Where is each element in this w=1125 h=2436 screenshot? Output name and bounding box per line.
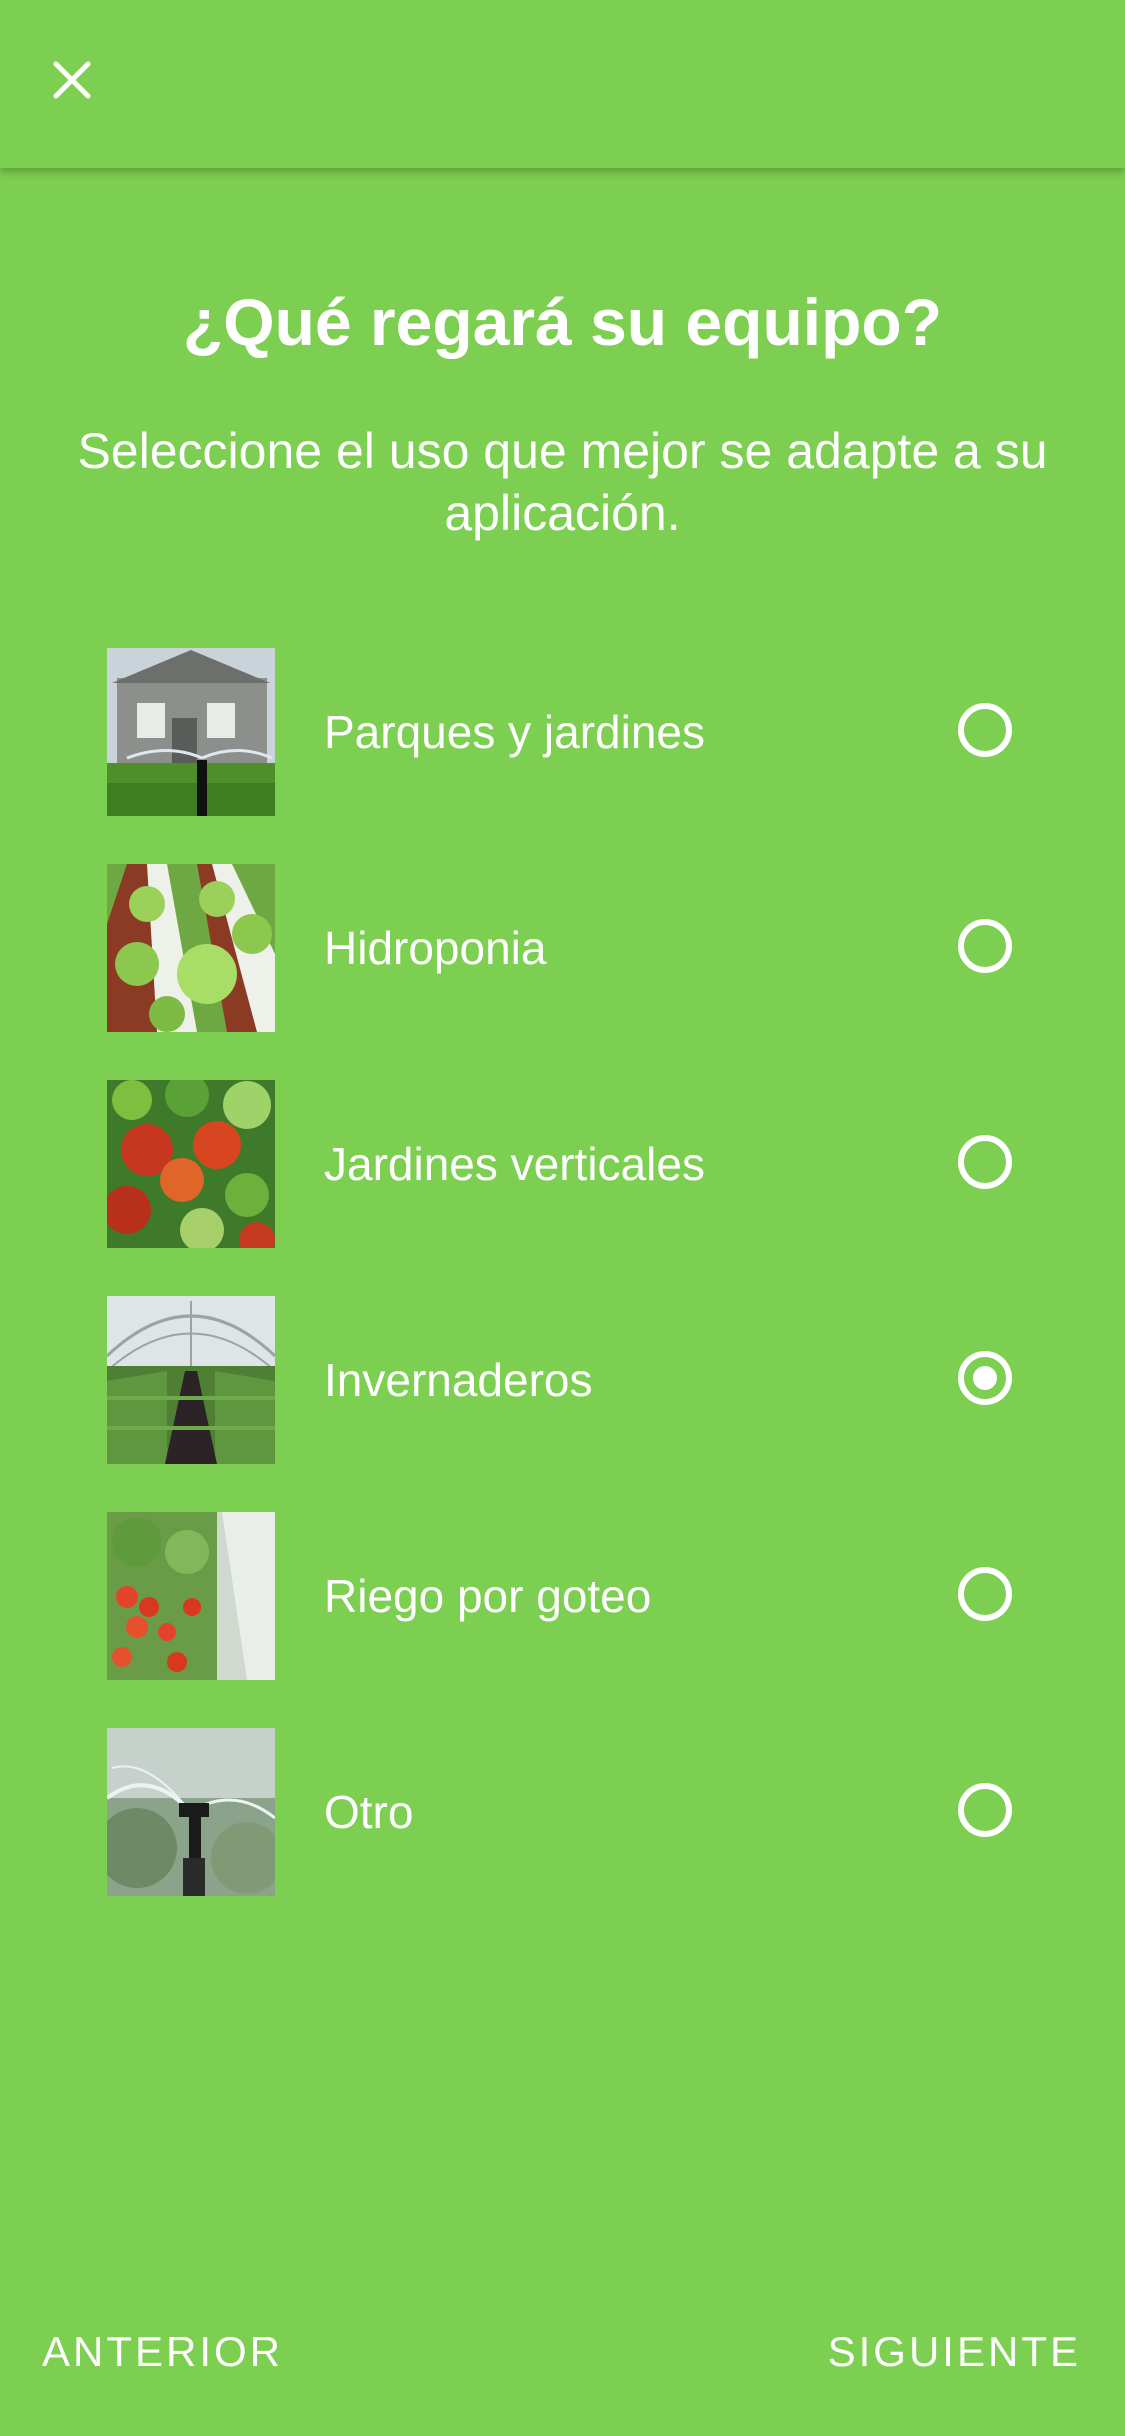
sprinkler-head-image <box>107 1728 275 1896</box>
option-label: Invernaderos <box>324 1354 593 1406</box>
drip-tomato-image <box>107 1512 275 1680</box>
option-label: Riego por goteo <box>324 1570 652 1622</box>
radio-button[interactable] <box>958 1135 1012 1189</box>
page-title: ¿Qué regará su equipo? <box>182 285 943 359</box>
radio-selected-dot <box>973 1366 997 1390</box>
option-label: Parques y jardines <box>324 706 705 758</box>
hydroponic-lettuce-image <box>107 864 275 1032</box>
option-jardines-verticales[interactable]: Jardines verticales <box>0 1080 1125 1248</box>
radio-button[interactable] <box>958 703 1012 757</box>
option-parques-y-jardines[interactable]: Parques y jardines <box>0 648 1125 816</box>
radio-button[interactable] <box>958 919 1012 973</box>
option-label: Otro <box>324 1786 414 1838</box>
vertical-garden-image <box>107 1080 275 1248</box>
option-label: Hidroponia <box>324 922 547 974</box>
next-button[interactable]: SIGUIENTE <box>828 2322 1081 2382</box>
app-bar <box>0 0 1125 168</box>
option-otro[interactable]: Otro <box>0 1728 1125 1896</box>
greenhouse-image <box>107 1296 275 1464</box>
previous-button[interactable]: ANTERIOR <box>42 2322 283 2382</box>
page-subtitle: Seleccione el uso que mejor se adapte a … <box>77 423 1048 541</box>
radio-button-selected[interactable] <box>958 1351 1012 1405</box>
radio-button[interactable] <box>958 1567 1012 1621</box>
option-label: Jardines verticales <box>324 1138 705 1190</box>
close-button[interactable] <box>40 50 104 114</box>
radio-button[interactable] <box>958 1783 1012 1837</box>
park-sprinkler-image <box>107 648 275 816</box>
close-icon <box>52 60 92 105</box>
option-hidroponia[interactable]: Hidroponia <box>0 864 1125 1032</box>
option-riego-por-goteo[interactable]: Riego por goteo <box>0 1512 1125 1680</box>
option-invernaderos[interactable]: Invernaderos <box>0 1296 1125 1464</box>
